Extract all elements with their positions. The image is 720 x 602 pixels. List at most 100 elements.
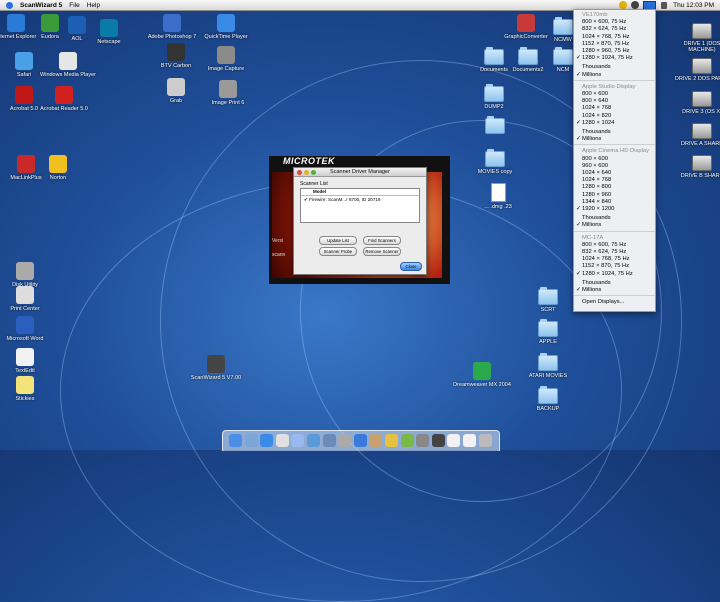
icon-drive-2[interactable]: DRIVE 2 DOS PARTS: [672, 55, 720, 82]
document-icon-2[interactable]: [463, 434, 476, 447]
volume-icon[interactable]: [661, 1, 668, 9]
icon-textedit[interactable]: TextEdit: [0, 348, 55, 374]
close-button[interactable]: Close: [400, 262, 422, 271]
icon-quicktime-player[interactable]: QuickTime Player: [196, 14, 256, 40]
color-depth-item[interactable]: Thousands: [582, 64, 611, 70]
menu-extra-icon[interactable]: [631, 1, 639, 9]
preferences-icon[interactable]: [338, 434, 352, 447]
icon-acrobat-reader[interactable]: Acrobat Reader 5.0: [34, 86, 94, 112]
icon-stickies[interactable]: Stickies: [0, 376, 55, 402]
sherlock-icon[interactable]: [385, 434, 398, 447]
icon-movies-copy[interactable]: MOVIES copy: [465, 148, 525, 175]
icon-drive-1[interactable]: DRIVE 1 (DOS MACHINE): [672, 20, 720, 53]
icon-netscape[interactable]: Netscape: [79, 19, 139, 45]
open-displays-item[interactable]: Open Displays...: [582, 299, 625, 305]
help-menu[interactable]: Help: [87, 2, 100, 9]
icon-apple-folder[interactable]: APPLE: [518, 318, 578, 345]
resolution-item[interactable]: 800 × 600, 75 Hz: [582, 242, 626, 248]
color-depth-item[interactable]: Millions: [582, 287, 601, 293]
trash-icon[interactable]: [478, 434, 492, 447]
ichat-icon[interactable]: [400, 434, 414, 447]
resolution-item[interactable]: 1024 × 768, 75 Hz: [582, 256, 630, 262]
color-depth-item[interactable]: Millions: [582, 136, 601, 142]
zoom-window-icon[interactable]: [311, 169, 316, 175]
icon-print-center[interactable]: Print Center: [0, 286, 55, 312]
address-book-icon[interactable]: [369, 434, 383, 447]
resolution-item[interactable]: 1280 × 800: [582, 184, 611, 190]
find-scanners-button[interactable]: Find Scanners: [363, 236, 401, 245]
iphoto-icon[interactable]: [307, 434, 320, 447]
icon-dump2[interactable]: DUMP2: [464, 83, 524, 110]
color-depth-item[interactable]: Thousands: [582, 129, 611, 135]
icon-backup[interactable]: BACKUP: [518, 385, 578, 412]
icon-scanwizard[interactable]: ScanWizard 5 V7.00: [186, 355, 246, 381]
icon-dmg-file[interactable]: ... .dmg .23: [468, 182, 528, 210]
icon-windows-media-player[interactable]: Windows Media Player: [38, 52, 98, 78]
color-depth-item[interactable]: Thousands: [582, 215, 611, 221]
icon-drive-shared-b[interactable]: DRIVE B SHARE: [672, 152, 720, 179]
icon-disk-utility[interactable]: Disk Utility: [0, 262, 55, 288]
color-depth-item[interactable]: Millions: [582, 222, 601, 228]
scanner-list[interactable]: Model ✔ Firewire: ScanM...r 6700, ID 207…: [300, 188, 420, 223]
resolution-item[interactable]: 800 × 640: [582, 98, 608, 104]
resolution-item[interactable]: 832 × 624, 75 Hz: [582, 249, 626, 255]
scanner-probe-button[interactable]: Scanner Probe: [319, 247, 357, 256]
menubar-clock[interactable]: Thu 12:03 PM: [673, 2, 714, 9]
icon-microsoft-word[interactable]: Microsoft Word: [0, 316, 55, 342]
scanner-list-row[interactable]: ✔ Firewire: ScanM...r 6700, ID 20719: [301, 196, 419, 203]
mail-icon[interactable]: [244, 434, 258, 447]
icon-drive-3[interactable]: DRIVE 3 (OS X): [672, 88, 720, 115]
imovie-icon[interactable]: [322, 434, 336, 447]
scanwizard-dock-icon[interactable]: [431, 434, 445, 447]
safari-icon[interactable]: [260, 434, 274, 447]
icon-drive-shared-a[interactable]: DRIVE A SHARE: [672, 120, 720, 147]
menu-extra-icon[interactable]: [619, 1, 627, 9]
minimize-window-icon[interactable]: [304, 169, 309, 175]
resolution-item[interactable]: 1280 × 960: [582, 192, 611, 198]
icon-norton[interactable]: Norton: [28, 155, 88, 181]
resolution-item[interactable]: 1280 × 1024: [582, 120, 614, 126]
color-depth-item[interactable]: Millions: [582, 72, 601, 78]
quicktime-icon[interactable]: [353, 434, 367, 447]
icon-atari-movies[interactable]: ATARI MOVIES: [518, 352, 578, 379]
close-window-icon[interactable]: [297, 169, 302, 175]
icon-untitled-folder[interactable]: [465, 115, 525, 136]
resolution-item[interactable]: 1280 × 1024, 75 Hz: [582, 55, 633, 61]
file-menu[interactable]: File: [69, 2, 79, 9]
icon-grab[interactable]: Grab: [146, 78, 206, 104]
icon-adobe-photoshop[interactable]: Adobe Photoshop 7: [142, 14, 202, 40]
resolution-item[interactable]: 960 × 600: [582, 163, 608, 169]
resolution-item[interactable]: 1024 × 820: [582, 113, 611, 119]
resolution-item[interactable]: 800 × 600: [582, 156, 608, 162]
resolution-item[interactable]: 832 × 624, 75 Hz: [582, 26, 626, 32]
resolution-item[interactable]: 1024 × 768: [582, 105, 611, 111]
finder-icon[interactable]: [229, 434, 242, 447]
resolution-item[interactable]: 1024 × 768: [582, 177, 611, 183]
icon-scrt[interactable]: SCRT: [518, 286, 578, 313]
model-column-header[interactable]: Model: [301, 189, 419, 196]
icon-dreamweaver[interactable]: Dreamweaver MX 2004: [452, 362, 512, 388]
resolution-item[interactable]: 1920 × 1200: [582, 206, 614, 212]
remove-scanner-button[interactable]: Remove Scanner: [363, 247, 401, 256]
update-list-button[interactable]: Update List: [319, 236, 357, 245]
color-depth-item[interactable]: Thousands: [582, 280, 611, 286]
resolution-item[interactable]: 1152 × 870, 75 Hz: [582, 263, 629, 269]
resolution-item[interactable]: 1024 × 640: [582, 170, 611, 176]
icon-image-print[interactable]: Image Print 6: [198, 80, 258, 106]
idvd-icon[interactable]: [416, 434, 430, 447]
itunes-icon[interactable]: [291, 434, 305, 447]
icon-label: Dreamweaver MX 2004: [453, 382, 511, 388]
display-header: MC-17A: [582, 234, 604, 241]
icon-image-capture[interactable]: Image Capture: [196, 46, 256, 72]
app-menu[interactable]: ScanWizard 5: [20, 2, 62, 9]
document-icon[interactable]: [447, 434, 461, 447]
resolution-item[interactable]: 1152 × 870, 75 Hz: [582, 41, 629, 47]
resolution-item[interactable]: 1280 × 960, 75 Hz: [582, 48, 630, 54]
resolution-item[interactable]: 800 × 600: [582, 91, 608, 97]
resolution-item[interactable]: 1280 × 1024, 75 Hz: [582, 271, 633, 277]
ical-icon[interactable]: [275, 434, 289, 447]
resolution-item[interactable]: 800 × 600, 75 Hz: [582, 19, 626, 25]
apple-menu-icon[interactable]: [6, 1, 13, 9]
resolution-item[interactable]: 1344 × 840: [582, 199, 611, 205]
resolution-item[interactable]: 1024 × 768, 75 Hz: [582, 34, 630, 40]
